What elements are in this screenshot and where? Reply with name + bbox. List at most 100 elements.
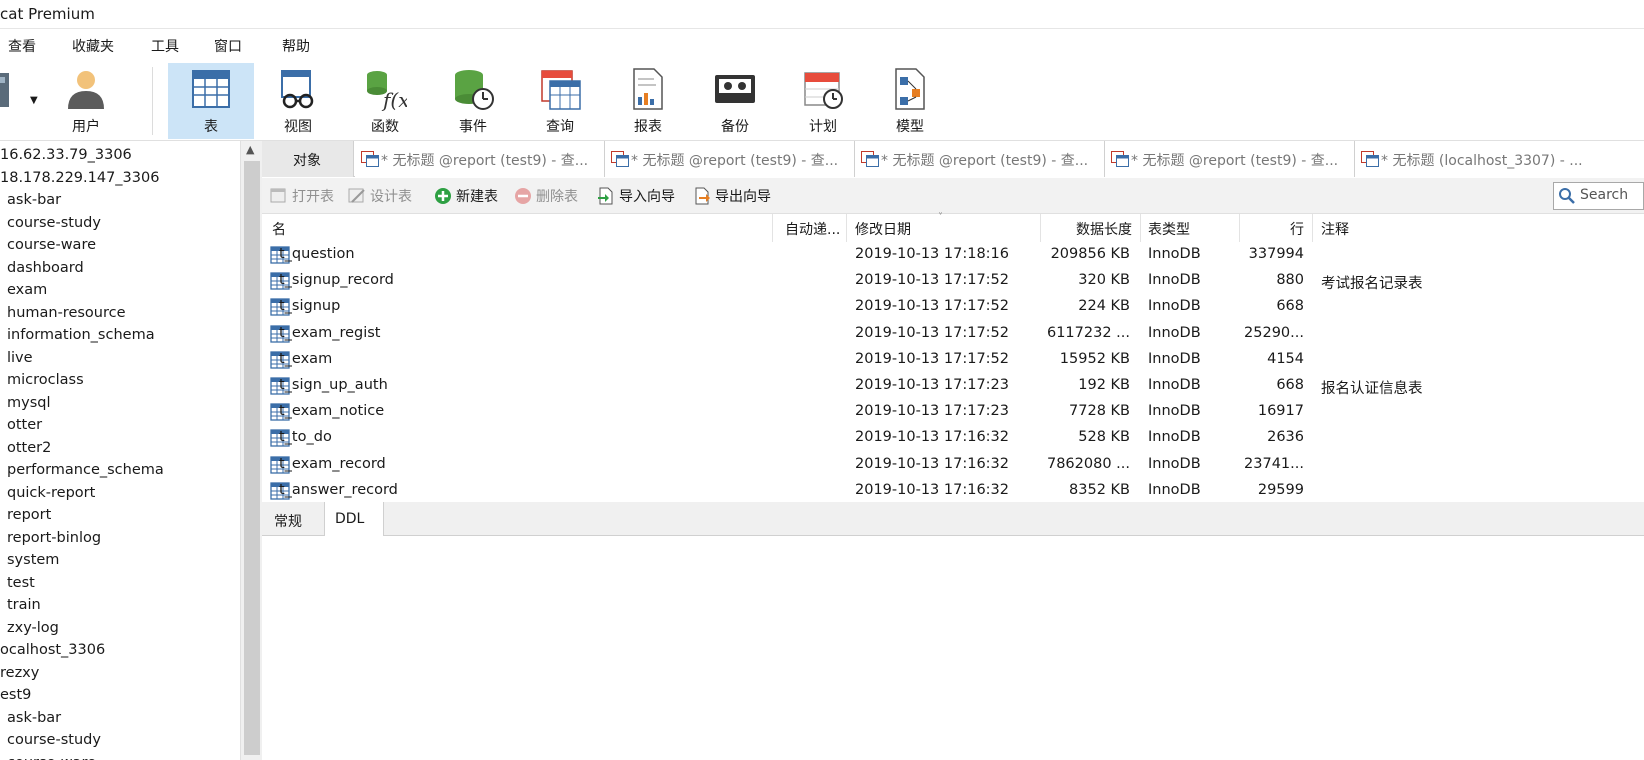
backup-icon	[715, 75, 755, 103]
menu-help[interactable]: 帮助	[282, 36, 310, 56]
column-divider[interactable]	[846, 214, 847, 242]
tree-database-item[interactable]: human-resource	[7, 302, 126, 324]
table-row[interactable]: t_answer_record 2019-10-13 17:16:32 8352 K…	[262, 478, 1644, 502]
cell-modified-date: 2019-10-13 17:17:23	[855, 403, 1009, 420]
search-icon	[1559, 188, 1575, 204]
tree-database-item[interactable]: course-study	[7, 729, 101, 751]
tree-database-item[interactable]: dashboard	[7, 257, 84, 279]
tree-database-item[interactable]: zxy-log	[7, 617, 59, 639]
toolbar-model-button[interactable]: 模型	[867, 63, 953, 139]
column-header-engine[interactable]: 表类型	[1148, 219, 1190, 239]
tree-database-item[interactable]: exam	[7, 279, 47, 301]
tree-database-item[interactable]: report	[7, 504, 51, 526]
tree-database-item[interactable]: information_schema	[7, 324, 155, 346]
tab-objects[interactable]: 对象	[262, 141, 354, 177]
tree-connection-item[interactable]: 16.62.33.79_3306	[0, 144, 132, 166]
table-row[interactable]: t_exam 2019-10-13 17:17:52 15952 KB InnoDB 4…	[262, 347, 1644, 373]
toolbar-event-button[interactable]: 事件	[430, 63, 516, 139]
search-input[interactable]: Search	[1553, 182, 1644, 210]
table-row[interactable]: t_exam_regist 2019-10-13 17:17:52 6117232 …	[262, 321, 1644, 347]
import-wizard-icon	[598, 187, 613, 205]
toolbar-function-button[interactable]: f(x) 函数	[342, 63, 428, 139]
toolbar-schedule-label: 计划	[809, 119, 837, 135]
tree-database-item[interactable]: otter	[7, 414, 42, 436]
query-tab-2[interactable]: * 无标题 @report (test9) - 查...	[605, 141, 855, 177]
table-row[interactable]: t_sign_up_auth 2019-10-13 17:17:23 192 KB I…	[262, 373, 1644, 399]
cell-rows: 23741...	[1244, 455, 1304, 472]
column-header-name[interactable]: 名	[272, 219, 286, 239]
query-tab-icon	[1361, 151, 1379, 167]
cell-engine: InnoDB	[1148, 481, 1201, 498]
main-toolbar: 接 ▼ 用户 表 视图	[0, 59, 1644, 141]
column-header-rows[interactable]: 行	[1272, 219, 1304, 239]
tree-database-item[interactable]: otter2	[7, 437, 51, 459]
table-row[interactable]: t_exam_notice 2019-10-13 17:17:23 7728 KB I…	[262, 399, 1644, 425]
menu-favorites[interactable]: 收藏夹	[72, 36, 114, 56]
menu-view[interactable]: 查看	[8, 36, 36, 56]
sidebar-scroll-thumb[interactable]	[244, 161, 260, 755]
scroll-up-icon[interactable]: ▲	[246, 143, 254, 156]
table-row[interactable]: t_exam_record 2019-10-13 17:16:32 7862080 …	[262, 452, 1644, 478]
tree-database-item[interactable]: course-ware	[7, 234, 96, 256]
query-tab-3[interactable]: * 无标题 @report (test9) - 查...	[855, 141, 1105, 177]
table-row[interactable]: t_signup_record 2019-10-13 17:17:52 320 KB…	[262, 268, 1644, 294]
query-tab-5[interactable]: * 无标题 (localhost_3307) - ...	[1355, 141, 1644, 177]
query-icon	[541, 70, 581, 110]
tree-connection-item[interactable]: est9	[0, 684, 31, 706]
table-row[interactable]: t_signup 2019-10-13 17:17:52 224 KB InnoDB 6…	[262, 294, 1644, 320]
tree-database-item[interactable]: test	[7, 572, 35, 594]
column-divider[interactable]	[772, 214, 773, 242]
column-divider[interactable]	[1312, 214, 1313, 242]
toolbar-event-label: 事件	[459, 119, 487, 135]
tree-database-item[interactable]: live	[7, 347, 33, 369]
tree-database-item[interactable]: ask-bar	[7, 189, 61, 211]
menu-tools[interactable]: 工具	[151, 36, 179, 56]
title-bar: cat Premium	[0, 0, 1644, 29]
toolbar-schedule-button[interactable]: 计划	[780, 63, 866, 139]
tree-connection-item[interactable]: ocalhost_3306	[0, 639, 105, 661]
toolbar-query-button[interactable]: 查询	[517, 63, 603, 139]
tab-general[interactable]: 常规	[262, 502, 324, 536]
column-divider[interactable]	[1239, 214, 1240, 242]
tab-ddl[interactable]: DDL	[324, 502, 384, 536]
tree-connection-item[interactable]: rezxy	[0, 662, 39, 684]
ddl-viewer[interactable]	[262, 536, 1644, 760]
toolbar-table-button[interactable]: 表	[168, 63, 254, 139]
tree-connection-item[interactable]: 18.178.229.147_3306	[0, 167, 159, 189]
cell-name: t_exam_regist	[279, 324, 381, 341]
tree-database-item[interactable]: ask-bar	[7, 707, 61, 729]
query-tab-1[interactable]: * 无标题 @report (test9) - 查...	[355, 141, 605, 177]
tree-database-item[interactable]: train	[7, 594, 41, 616]
tree-database-item[interactable]: performance_schema	[7, 459, 164, 481]
column-header-auto-increment[interactable]: 自动递...	[785, 219, 840, 239]
tree-database-item[interactable]: system	[7, 549, 59, 571]
toolbar-user-button[interactable]: 用户	[43, 63, 129, 139]
new-table-icon	[435, 188, 451, 204]
column-divider[interactable]	[1040, 214, 1041, 242]
toolbar-function-label: 函数	[371, 119, 399, 135]
connection-icon	[0, 73, 9, 107]
tree-database-item[interactable]: course-ware	[7, 752, 96, 760]
column-divider[interactable]	[1140, 214, 1141, 242]
window-title: cat Premium	[0, 5, 95, 23]
toolbar-view-button[interactable]: 视图	[255, 63, 341, 139]
cell-engine: InnoDB	[1148, 429, 1201, 446]
cell-engine: InnoDB	[1148, 403, 1201, 420]
menu-window[interactable]: 窗口	[214, 36, 242, 56]
column-header-comment[interactable]: 注释	[1321, 219, 1349, 239]
toolbar-report-button[interactable]: 报表	[605, 63, 691, 139]
tree-database-item[interactable]: microclass	[7, 369, 84, 391]
tree-database-item[interactable]: quick-report	[7, 482, 95, 504]
table-row[interactable]: t_to_do 2019-10-13 17:16:32 528 KB InnoDB 26…	[262, 425, 1644, 451]
tree-database-item[interactable]: mysql	[7, 392, 51, 414]
table-row[interactable]: t_question 2019-10-13 17:18:16 209856 KB In…	[262, 242, 1644, 268]
tree-database-item[interactable]: course-study	[7, 212, 101, 234]
cell-modified-date: 2019-10-13 17:17:52	[855, 350, 1009, 367]
sidebar-scrollbar[interactable]: ▲	[240, 141, 262, 760]
query-tab-4[interactable]: * 无标题 @report (test9) - 查...	[1105, 141, 1355, 177]
tree-database-item[interactable]: report-binlog	[7, 527, 101, 549]
column-header-modified-date[interactable]: 修改日期	[855, 219, 911, 239]
connection-dropdown-icon[interactable]: ▼	[30, 95, 38, 106]
toolbar-backup-button[interactable]: 备份	[692, 63, 778, 139]
column-header-data-length[interactable]: 数据长度	[1072, 219, 1132, 239]
